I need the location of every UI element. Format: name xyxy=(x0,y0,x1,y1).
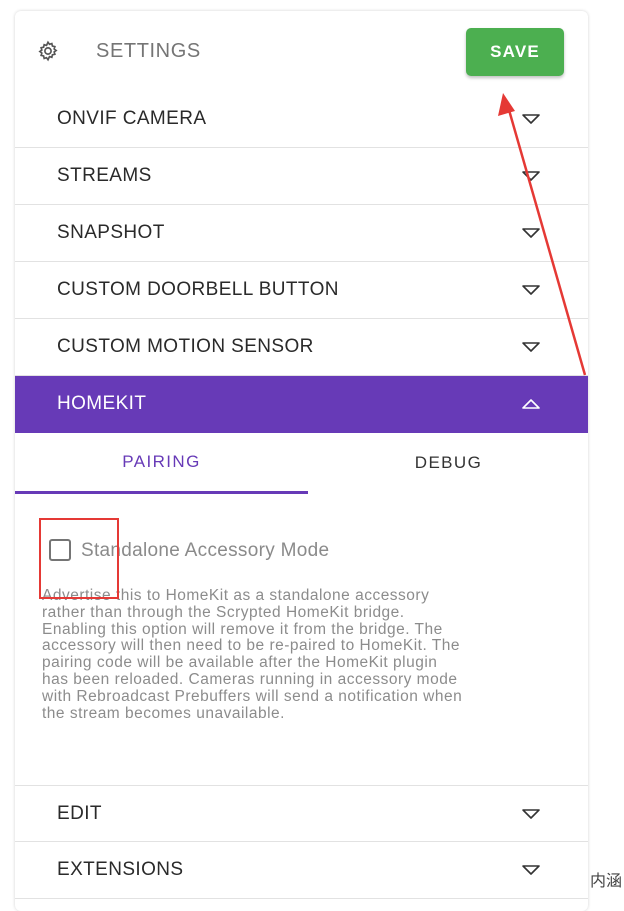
chevron-down-icon xyxy=(522,809,540,819)
section-label: CUSTOM MOTION SENSOR xyxy=(57,336,314,357)
section-homekit[interactable]: HOMEKIT xyxy=(15,376,588,433)
section-extensions[interactable]: EXTENSIONS xyxy=(15,842,588,899)
save-button[interactable]: SAVE xyxy=(466,28,564,76)
section-streams[interactable]: STREAMS xyxy=(15,148,588,205)
section-label: EDIT xyxy=(57,803,102,824)
chevron-down-icon xyxy=(522,865,540,875)
gear-icon[interactable] xyxy=(37,40,59,62)
page-title: SETTINGS xyxy=(96,40,201,62)
description-line: Enabling this option will remove it from… xyxy=(42,620,443,638)
tab-pairing[interactable]: PAIRING xyxy=(15,432,308,494)
chevron-down-icon xyxy=(522,228,540,238)
description-line: has been reloaded. Cameras running in ac… xyxy=(42,670,458,688)
chevron-up-icon xyxy=(522,399,540,409)
settings-panel: SETTINGS SAVE ONVIF CAMERA STREAMS SNAPS… xyxy=(15,11,588,911)
description-line: rather than through the Scrypted HomeKit… xyxy=(42,603,405,621)
section-label: SNAPSHOT xyxy=(57,222,165,243)
section-label: EXTENSIONS xyxy=(57,859,184,880)
standalone-accessory-description: Advertise this to HomeKit as a standalon… xyxy=(42,587,542,722)
settings-header: SETTINGS SAVE xyxy=(15,11,588,91)
description-line: the stream becomes unavailable. xyxy=(42,704,285,722)
tab-debug[interactable]: DEBUG xyxy=(302,432,588,494)
chevron-down-icon xyxy=(522,114,540,124)
section-custom-doorbell-button[interactable]: CUSTOM DOORBELL BUTTON xyxy=(15,262,588,319)
description-line: accessory will then need to be re-paired… xyxy=(42,637,460,655)
section-label: STREAMS xyxy=(57,165,152,186)
section-label: HOMEKIT xyxy=(57,393,147,414)
annotation-highlight-box xyxy=(39,518,119,599)
description-line: pairing code will be available after the… xyxy=(42,654,438,672)
section-edit[interactable]: EDIT xyxy=(15,785,588,842)
section-label: ONVIF CAMERA xyxy=(57,108,207,129)
chevron-down-icon xyxy=(522,171,540,181)
corner-watermark-text: 内涵 xyxy=(590,873,623,890)
chevron-down-icon xyxy=(522,342,540,352)
section-label: CUSTOM DOORBELL BUTTON xyxy=(57,279,339,300)
description-line: with Rebroadcast Prebuffers will send a … xyxy=(42,687,463,705)
section-custom-motion-sensor[interactable]: CUSTOM MOTION SENSOR xyxy=(15,319,588,376)
chevron-down-icon xyxy=(522,285,540,295)
section-onvif-camera[interactable]: ONVIF CAMERA xyxy=(15,91,588,148)
section-snapshot[interactable]: SNAPSHOT xyxy=(15,205,588,262)
homekit-tabs: PAIRING DEBUG xyxy=(15,432,588,494)
